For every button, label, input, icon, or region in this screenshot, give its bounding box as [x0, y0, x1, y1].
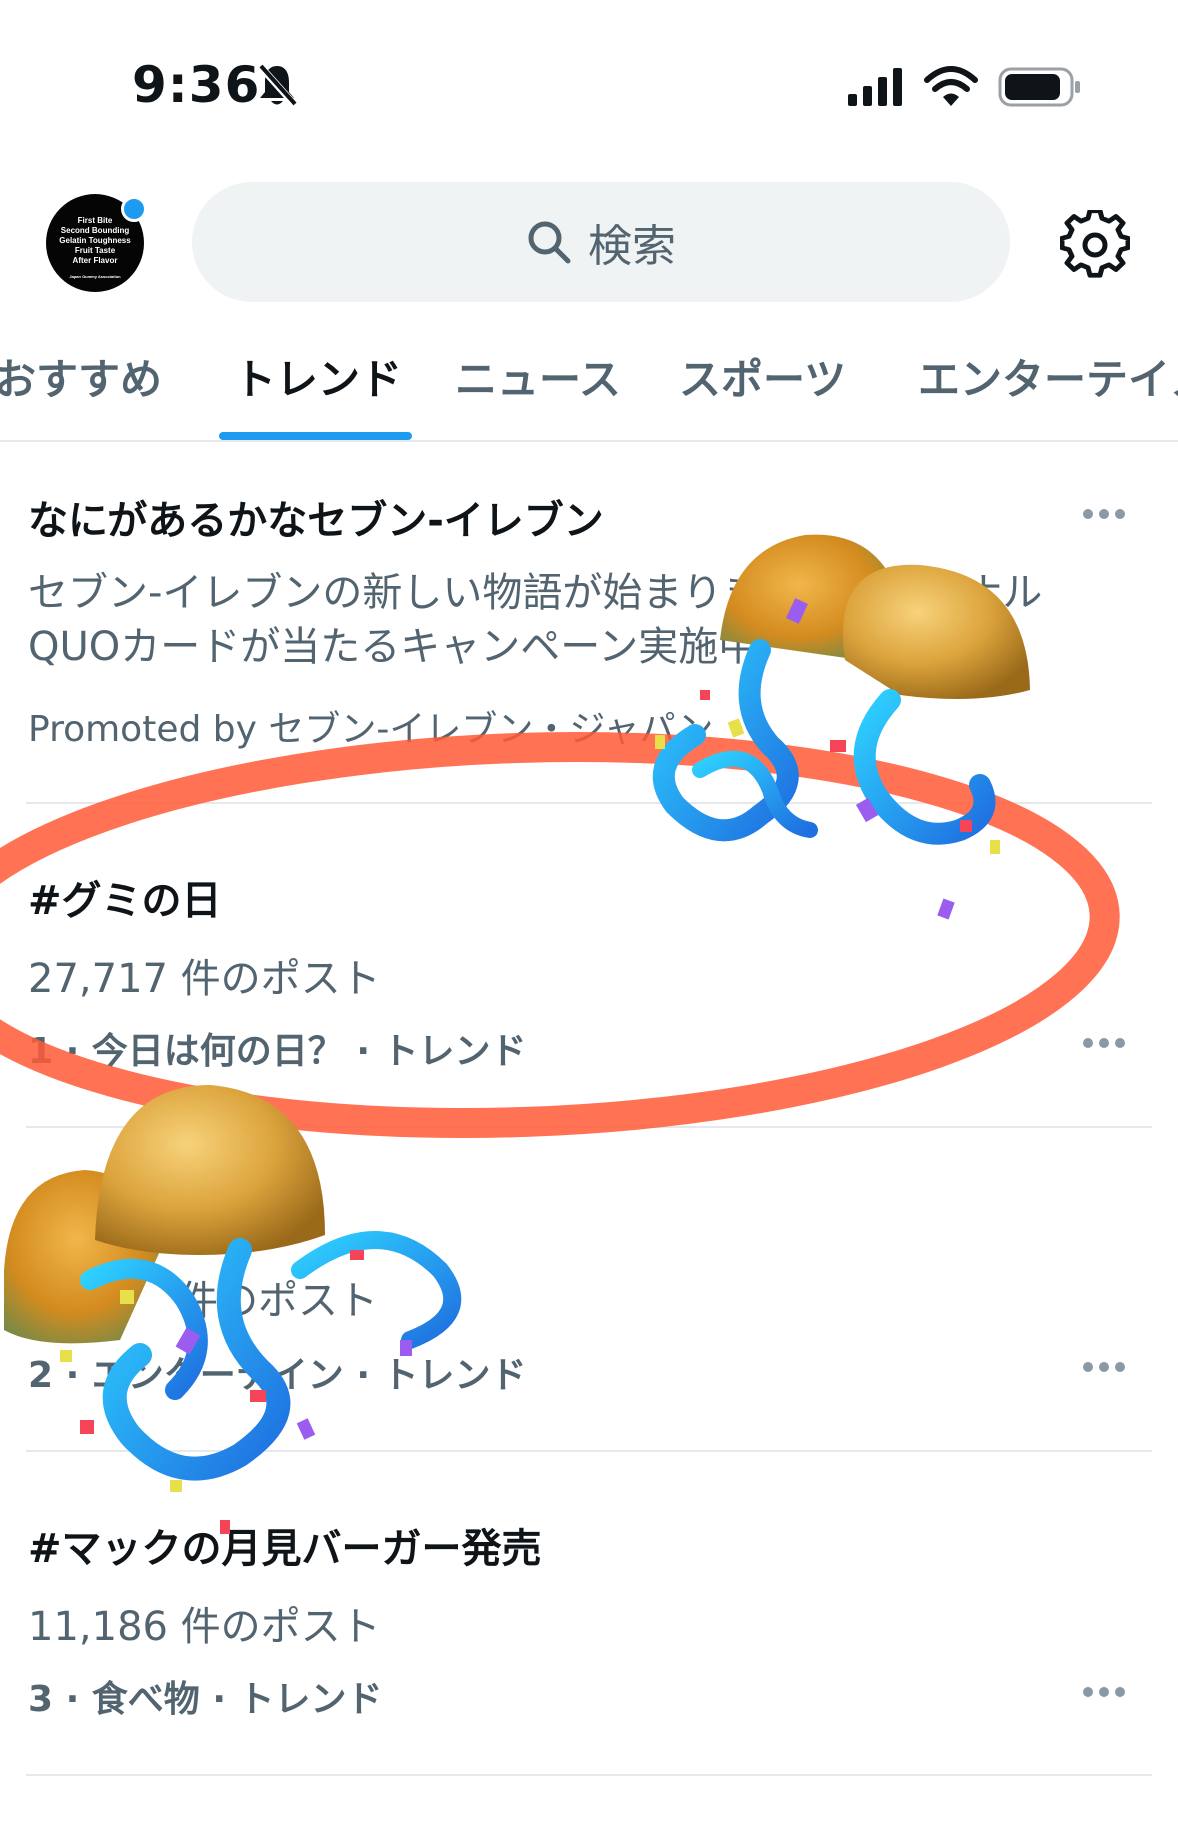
battery-icon	[998, 67, 1080, 107]
tab-trending[interactable]: トレンド	[234, 346, 402, 407]
trend-post-count: 11,186 件のポスト	[28, 1604, 381, 1650]
trend-promoted-by: Promoted by セブン-イレブン・ジャパン	[28, 709, 714, 750]
divider	[26, 802, 1152, 804]
wifi-icon	[924, 66, 978, 106]
trend-post-count: 件のポスト	[178, 1278, 378, 1324]
avatar-org-text: Japan Gummy Association	[69, 274, 121, 279]
divider	[26, 1450, 1152, 1452]
more-icon[interactable]	[1082, 1686, 1126, 1698]
trend-meta: 3 · 食べ物 · トレンド	[28, 1679, 383, 1720]
trend-title[interactable]: #グミの日	[28, 868, 222, 926]
more-icon[interactable]	[1082, 508, 1126, 520]
tabs-divider	[0, 440, 1178, 442]
more-icon[interactable]	[1082, 1361, 1126, 1373]
trend-post-count: 27,717 件のポスト	[28, 956, 381, 1002]
trend-meta: 1 · 今日は何の日？ · トレンド	[28, 1031, 527, 1072]
notification-dot	[121, 196, 147, 222]
search-placeholder: 検索	[588, 221, 676, 272]
trend-description: セブン-イレブンの新しい物語が始まります！オリジナル QUOカードが当たるキャン…	[28, 570, 1043, 670]
trend-meta: 2 · エンターテイン · トレンド	[28, 1355, 527, 1396]
divider	[26, 1774, 1152, 1776]
search-bar[interactable]: 検索	[192, 182, 1010, 302]
search-icon	[528, 221, 571, 264]
active-tab-indicator	[219, 432, 412, 440]
tab-news[interactable]: ニュース	[455, 346, 621, 407]
avatar-logo-text: First Bite Second Bounding Gelatin Tough…	[59, 216, 131, 265]
status-time: 9:36	[132, 56, 261, 114]
tab-sports[interactable]: スポーツ	[679, 346, 846, 407]
trend-title[interactable]: #マックの月見バーガー発売	[28, 1516, 542, 1574]
divider	[26, 1126, 1152, 1128]
bell-muted-icon	[257, 63, 297, 107]
gear-icon[interactable]	[1060, 210, 1130, 280]
trend-title[interactable]: なにがあるかなセブン-イレブン	[28, 488, 604, 546]
cellular-signal-icon	[848, 68, 902, 106]
tab-entertainment[interactable]: エンターテイメ	[918, 346, 1178, 407]
tab-recommended[interactable]: おすすめ	[0, 346, 162, 407]
more-icon[interactable]	[1082, 1037, 1126, 1049]
highlight-ring	[0, 732, 1120, 1138]
